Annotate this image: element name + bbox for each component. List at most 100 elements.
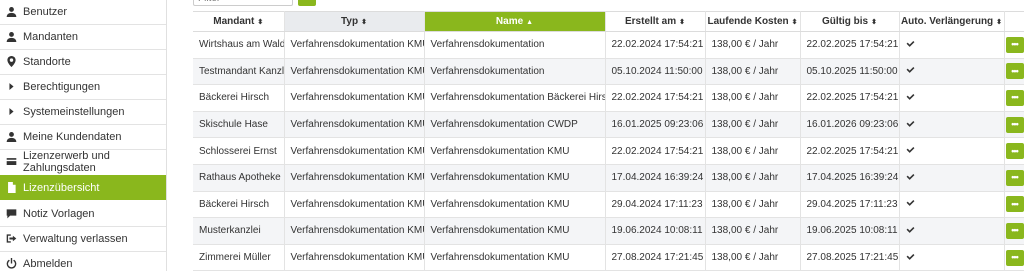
more-dots-icon: ••• [1011,145,1019,156]
row-actions-button[interactable]: ••• [1005,249,1023,266]
row-actions-button[interactable]: ••• [1005,36,1023,53]
cell-erstellt: 29.04.2024 17:11:23 [605,191,706,219]
sidebar: Benutzer Mandanten Standorte Berechtigun… [0,0,167,271]
sidebar-item-notiz-vorlagen[interactable]: Notiz Vorlagen [0,201,166,226]
sidebar-item-label: Lizenzübersicht [23,181,100,194]
filter-input[interactable] [193,0,293,6]
sidebar-item-berechtigungen[interactable]: Berechtigungen [0,74,166,99]
license-table: Mandant ⬍ Typ ⬍ Name ▲ Erstellt am ⬍ Laufend… [193,11,1024,271]
sidebar-item-systemeinstellungen[interactable]: Systemeinstellungen [0,99,166,124]
cell-typ: Verfahrensdokumentation KMU [284,191,425,219]
sidebar-item-standorte[interactable]: Standorte [0,49,166,74]
cell-name: Verfahrensdokumentation KMU [424,191,606,219]
cell-typ: Verfahrensdokumentation KMU [284,217,425,245]
checkmark-icon [906,66,915,77]
row-actions-button[interactable]: ••• [1005,116,1023,133]
cell-typ: Verfahrensdokumentation KMU [284,58,425,86]
sidebar-item-meine-kundendaten[interactable]: Meine Kundendaten [0,124,166,149]
cell-gueltig: 27.08.2025 17:21:45 [800,244,900,271]
cell-gueltig: 16.01.2026 09:23:06 [800,111,900,139]
cell-auto [899,31,1005,59]
row-actions-button[interactable]: ••• [1005,169,1023,186]
cell-gueltig: 22.02.2025 17:54:21 [800,31,900,59]
column-header-kosten[interactable]: Laufende Kosten ⬍ [705,11,801,32]
column-header-name[interactable]: Name ▲ [424,11,606,32]
sidebar-item-benutzer[interactable]: Benutzer [0,0,166,24]
row-actions-button[interactable]: ••• [1005,143,1023,160]
table-header-row: Mandant ⬍ Typ ⬍ Name ▲ Erstellt am ⬍ Laufend… [193,11,1024,32]
sidebar-item-label: Lizenzerwerb und Zahlungsdaten [23,149,110,174]
checkmark-icon [906,40,915,51]
filter-search-button[interactable] [298,0,316,6]
sort-icon: ⬍ [679,19,685,26]
cell-actions: ••• [1004,244,1024,271]
cell-auto [899,244,1005,271]
cell-erstellt: 22.02.2024 17:54:21 [605,31,706,59]
sidebar-item-lizenzuebersicht[interactable]: Lizenzübersicht [0,175,166,200]
sidebar-item-verwaltung-verlassen[interactable]: Verwaltung verlassen [0,226,166,251]
row-actions-button[interactable]: ••• [1005,89,1023,106]
more-dots-icon: ••• [1011,225,1019,236]
app: Benutzer Mandanten Standorte Berechtigun… [0,0,1024,271]
cell-erstellt: 19.06.2024 10:08:11 [605,217,706,245]
table-row[interactable]: Schlosserei Ernst Verfahrensdokumentation… [193,137,1024,165]
cell-kosten: 138,00 € / Jahr [705,137,801,165]
sort-icon: ⬍ [791,19,798,26]
cell-kosten: 138,00 € / Jahr [705,58,801,86]
column-header-typ[interactable]: Typ ⬍ [284,11,425,32]
table-row[interactable]: Rathaus Apotheke Verfahrensdokumentation … [193,164,1024,192]
table-row[interactable]: Zimmerei Müller Verfahrensdokumentation K… [193,244,1024,271]
row-actions-button[interactable]: ••• [1005,63,1023,80]
cell-auto [899,84,1005,112]
cell-typ: Verfahrensdokumentation KMU [284,84,425,112]
cell-actions: ••• [1004,31,1024,59]
user-icon [5,6,17,18]
cell-auto [899,58,1005,86]
table-row[interactable]: Testmandant Kanzlei Verfahrensdokumentati… [193,58,1024,86]
sort-icon: ⬍ [871,19,877,26]
cell-mandant: Skischule Hase [193,111,285,139]
checkmark-icon [906,226,915,237]
cell-erstellt: 17.04.2024 16:39:24 [605,164,706,192]
column-header-gueltig[interactable]: Gültig bis ⬍ [800,11,900,32]
column-header-actions [1004,11,1024,32]
row-actions-button[interactable]: ••• [1005,196,1023,213]
sidebar-item-mandanten[interactable]: Mandanten [0,24,166,49]
sidebar-item-lizenzerwerb[interactable]: Lizenzerwerb und Zahlungsdaten [0,149,166,174]
table-row[interactable]: Musterkanzlei Verfahrensdokumentation KMU… [193,217,1024,245]
more-dots-icon: ••• [1011,172,1019,183]
cell-auto [899,217,1005,245]
table-row[interactable]: Bäckerei Hirsch Verfahrensdokumentation K… [193,84,1024,112]
cell-erstellt: 22.02.2024 17:54:21 [605,137,706,165]
document-icon [5,182,17,194]
row-actions-button[interactable]: ••• [1005,222,1023,239]
cell-erstellt: 22.02.2024 17:54:21 [605,84,706,112]
sidebar-item-label: Meine Kundendaten [23,130,122,143]
column-header-mandant[interactable]: Mandant ⬍ [193,11,285,32]
checkmark-icon [906,120,915,131]
cell-gueltig: 19.06.2025 10:08:11 [800,217,900,245]
checkmark-icon [906,199,915,210]
table-row[interactable]: Skischule Hase Verfahrensdokumentation KM… [193,111,1024,139]
sign-out-icon [5,233,17,245]
comment-icon [5,208,17,220]
sidebar-item-label: Systemeinstellungen [23,105,125,118]
cell-actions: ••• [1004,164,1024,192]
more-dots-icon: ••• [1011,119,1019,130]
cell-name: Verfahrensdokumentation KMU [424,217,606,245]
caret-right-icon [5,106,17,118]
column-header-auto[interactable]: Auto. Verlängerung ⬍ [899,11,1005,32]
table-row[interactable]: Wirtshaus am Wald Verfahrensdokumentation… [193,31,1024,59]
cell-actions: ••• [1004,137,1024,165]
sidebar-item-abmelden[interactable]: Abmelden [0,251,166,271]
user-icon [5,131,17,143]
column-header-erstellt[interactable]: Erstellt am ⬍ [605,11,706,32]
more-dots-icon: ••• [1011,92,1019,103]
cell-gueltig: 22.02.2025 17:54:21 [800,137,900,165]
cell-auto [899,137,1005,165]
cell-typ: Verfahrensdokumentation KMU [284,164,425,192]
cell-kosten: 138,00 € / Jahr [705,84,801,112]
table-row[interactable]: Bäckerei Hirsch Verfahrensdokumentation K… [193,191,1024,219]
cell-erstellt: 05.10.2024 11:50:00 [605,58,706,86]
cell-actions: ••• [1004,84,1024,112]
